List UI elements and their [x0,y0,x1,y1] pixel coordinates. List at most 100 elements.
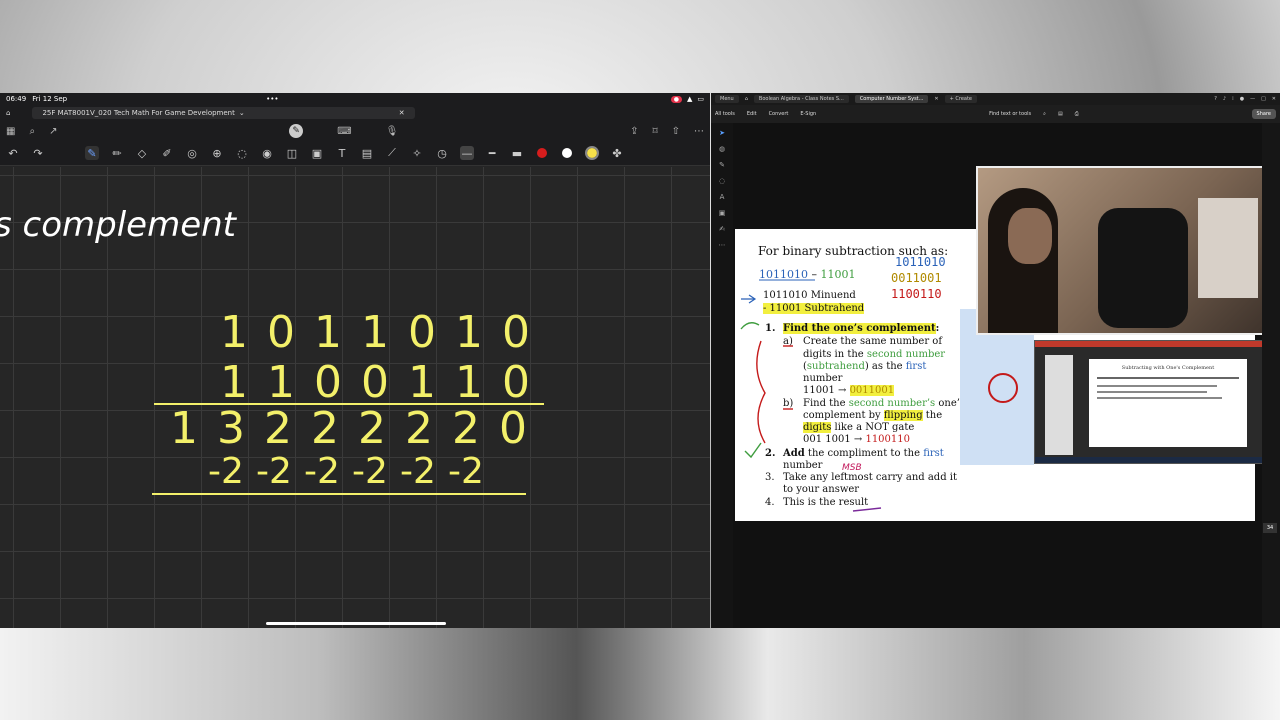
color-white-swatch[interactable] [560,146,574,160]
home-icon[interactable]: ⌂ [6,109,10,117]
strip-circle-mark [988,373,1018,403]
bell-icon[interactable]: ♪ [1223,96,1226,102]
handwritten-digit: -2 [208,451,244,492]
slide-text-line [1097,397,1222,399]
tab-computer-number[interactable]: Computer Number Syst... [854,95,929,103]
color-red-swatch[interactable] [535,146,549,160]
battery-icon: ▭ [697,95,704,103]
ink-row-1: 1011010 [895,255,946,269]
handwritten-digit: 2 [264,403,292,454]
home-indicator[interactable] [266,622,446,625]
handwritten-digit: -2 [448,451,484,492]
laser-tool-icon[interactable]: ✧ [410,146,424,160]
handwritten-digit: 0 [267,307,295,358]
shelf [1198,198,1258,298]
menu-convert[interactable]: Convert [769,111,789,117]
slide-ribbon [1035,341,1275,347]
pencil-tool-icon[interactable]: ✏ [110,146,124,160]
stroke-thin-icon[interactable]: — [460,146,474,160]
ipad-drawing-tools: ↶ ↷ ✎ ✏ ◇ ✐ ◎ ⊕ ◌ ◉ ◫ ▣ T ▤ ⟋ ✧ ◷ — ━ ▬ … [0,141,710,166]
close-window-icon[interactable]: ✕ [1272,96,1276,102]
find-tools[interactable]: Find text or tools [989,111,1031,117]
bookmark-icon[interactable]: ⌑ [652,126,657,137]
handwritten-digit: 1 [220,307,248,358]
search-icon[interactable]: ⌕ [29,126,35,137]
multitask-dots-icon[interactable]: ••• [266,95,278,103]
note-canvas[interactable]: s complement 1011010 1100110 13222220 -2… [0,167,710,628]
handwritten-digit: 0 [314,357,342,408]
pen-tool-icon[interactable]: ✎ [85,146,99,160]
help-icon[interactable]: ? [1214,96,1217,102]
keyboard-icon[interactable]: ⌨ [337,126,351,137]
stroke-medium-icon[interactable]: ━ [485,146,499,160]
page-number-indicator[interactable]: 34 [1263,523,1277,533]
ruler-tool-icon[interactable]: ⟋ [385,146,399,160]
pen-mode-icon[interactable]: ✎ [289,124,304,138]
pen-tool-icon[interactable]: ✎ [719,161,725,169]
view-tool-icon[interactable]: ◉ [260,146,274,160]
stroke-thick-icon[interactable]: ▬ [510,146,524,160]
handwritten-digit: 1 [170,403,198,454]
microphone-icon[interactable]: 🎙 [386,126,399,137]
home-icon[interactable]: ⌂ [745,96,748,102]
eraser-tool-icon[interactable]: ◇ [135,146,149,160]
zoom-tool-icon[interactable]: ⊕ [210,146,224,160]
webcam-overlay [976,166,1274,335]
stamp-tool-icon[interactable]: ▣ [719,209,726,217]
chevron-down-icon[interactable]: ⌄ [239,109,245,117]
status-time: 06:49 [6,95,27,103]
sign-tool-icon[interactable]: ✍ [719,225,725,233]
close-tab-icon[interactable]: ✕ [399,109,405,117]
menu-edit[interactable]: Edit [747,111,757,117]
tab-boolean-algebra[interactable]: Boolean Algebra - Class Notes S... [753,95,849,103]
handwritten-digit: 1 [455,307,483,358]
slide-thumbnails [1045,355,1073,455]
upload-icon[interactable]: ⇧ [672,126,680,137]
handwritten-digit: 3 [217,403,245,454]
grid-view-icon[interactable]: ▦ [6,126,15,137]
export-icon[interactable]: ⇪ [630,126,638,137]
notebook-tab[interactable]: 25F MAT8001V_020 Tech Math For Game Deve… [32,107,415,119]
photo-tool-icon[interactable]: ▤ [360,146,374,160]
minimize-icon[interactable]: — [1250,96,1255,102]
text-tool-icon[interactable]: T [335,146,349,160]
maximize-icon[interactable]: □ [1261,96,1266,102]
image-tool-icon[interactable]: ▣ [310,146,324,160]
handwritten-digit: 0 [408,307,436,358]
wifi-icon: ▲ [686,95,693,103]
share-icon[interactable]: ↗ [49,126,57,137]
ink-row-2: 0011001 [891,271,942,285]
close-tab-icon[interactable]: ✕ [934,96,938,102]
share-button[interactable]: Share [1251,109,1276,119]
tab-menu[interactable]: Menu [715,95,739,103]
apps-icon[interactable]: ⁞ [1232,96,1234,102]
highlighter-tool-icon[interactable]: ✐ [160,146,174,160]
sticker-tool-icon[interactable]: ◫ [285,146,299,160]
undo-icon[interactable]: ↶ [6,146,20,160]
lasso-tool-icon[interactable]: ◌ [235,146,249,160]
select-tool-icon[interactable]: ➤ [719,129,725,137]
color-yellow-swatch[interactable] [585,146,599,160]
color-picker-icon[interactable]: ✤ [610,146,624,160]
save-icon[interactable]: ▤ [1058,111,1063,117]
handwritten-digit: 1 [361,307,389,358]
more-tools-icon[interactable]: ⋯ [719,241,726,249]
handwritten-digit: -2 [352,451,388,492]
redo-icon[interactable]: ↷ [31,146,45,160]
shape-tool-icon[interactable]: ◎ [185,146,199,160]
tab-create[interactable]: + Create [944,95,978,103]
handwritten-digit: 1 [314,307,342,358]
text-tool-icon[interactable]: A [720,193,725,201]
timer-tool-icon[interactable]: ◷ [435,146,449,160]
more-icon[interactable]: ⋯ [694,126,704,137]
search-icon[interactable]: ⌕ [1043,111,1046,117]
ipad-notes-window: 06:49 Fri 12 Sep ••• ● ▲ ▭ ⌂ 25F MAT8001… [0,93,710,628]
print-icon[interactable]: ⎙ [1075,111,1079,117]
avatar[interactable]: ● [1240,96,1244,102]
menu-all-tools[interactable]: All tools [715,111,735,117]
slide-text-line [1097,385,1217,387]
pdf-menu-bar: All tools Edit Convert E-Sign Find text … [711,105,1280,123]
lasso-tool-icon[interactable]: ◌ [719,177,725,185]
menu-esign[interactable]: E-Sign [800,111,816,117]
comment-tool-icon[interactable]: ◍ [719,145,725,153]
